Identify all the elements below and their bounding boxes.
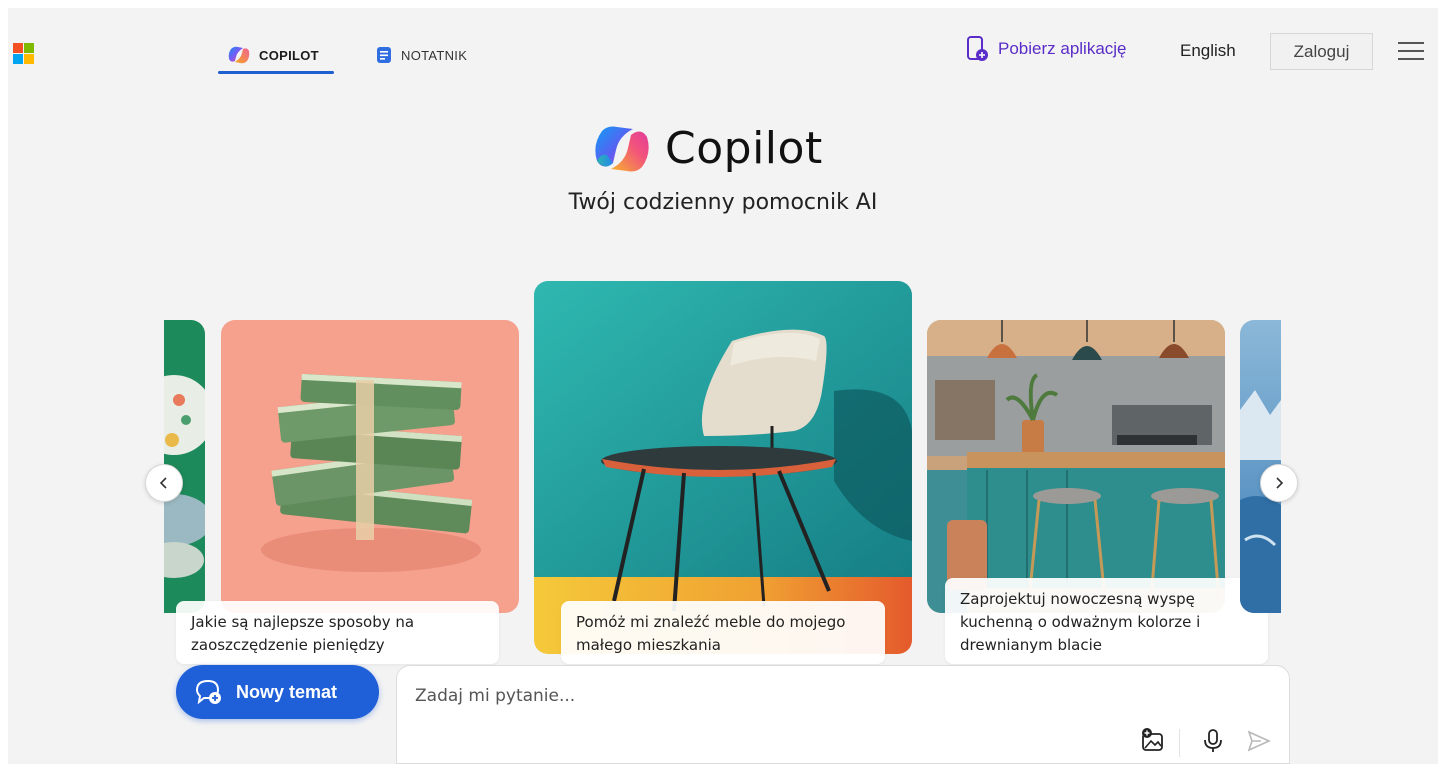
login-button[interactable]: Zaloguj — [1270, 33, 1373, 70]
new-chat-icon — [195, 679, 221, 705]
chair-image — [534, 281, 912, 654]
tab-notebook-label: NOTATNIK — [401, 47, 468, 63]
page: COPILOT NOTATNIK Pobierz aplikację Engli… — [8, 8, 1438, 764]
active-tab-indicator — [218, 71, 334, 74]
copilot-icon — [228, 46, 250, 64]
send-button[interactable] — [1247, 730, 1271, 757]
hero-subtitle: Twój codzienny pomocnik AI — [568, 190, 878, 215]
tab-copilot[interactable]: COPILOT — [228, 40, 319, 70]
microsoft-logo-icon[interactable] — [13, 43, 35, 65]
image-upload-button[interactable] — [1140, 728, 1166, 759]
chat-composer — [396, 665, 1290, 764]
suggestion-card-kitchen[interactable]: Zaprojektuj nowoczesną wyspę kuchenną o … — [945, 578, 1268, 664]
suggestion-card-money[interactable]: Jakie są najlepsze sposoby na zaoszczędz… — [176, 601, 499, 664]
carousel-card-chair[interactable] — [534, 281, 912, 654]
carousel-card-money[interactable] — [221, 320, 519, 613]
phone-app-icon — [967, 36, 988, 61]
new-topic-button[interactable]: Nowy temat — [176, 665, 379, 719]
microphone-button[interactable] — [1202, 728, 1224, 759]
chevron-left-icon — [159, 477, 167, 489]
add-image-icon — [1142, 728, 1163, 751]
notebook-icon — [377, 47, 391, 63]
money-stacks-image — [221, 320, 519, 613]
suggestion-card-furniture[interactable]: Pomóż mi znaleźć meble do mojego małego … — [561, 601, 885, 664]
menu-icon[interactable] — [1398, 42, 1424, 62]
carousel-card-kitchen[interactable] — [927, 320, 1225, 613]
chevron-right-icon — [1276, 477, 1284, 489]
toolbar-divider — [1179, 729, 1180, 757]
chat-input[interactable] — [415, 683, 1115, 709]
new-topic-label: Nowy temat — [236, 681, 338, 702]
send-icon — [1247, 730, 1271, 752]
get-app-link[interactable]: Pobierz aplikację — [966, 36, 1127, 62]
tab-copilot-label: COPILOT — [259, 47, 319, 63]
language-selector[interactable]: English — [1180, 41, 1236, 61]
hero-title-text: Copilot — [665, 123, 823, 174]
carousel-prev-button[interactable] — [145, 464, 183, 502]
carousel-next-button[interactable] — [1260, 464, 1298, 502]
kitchen-image — [927, 320, 1225, 613]
get-app-label: Pobierz aplikację — [998, 39, 1127, 58]
copilot-logo-icon — [595, 126, 649, 171]
microphone-icon — [1204, 729, 1222, 752]
hero-title: Copilot — [593, 123, 823, 174]
tab-notebook[interactable]: NOTATNIK — [376, 40, 467, 70]
